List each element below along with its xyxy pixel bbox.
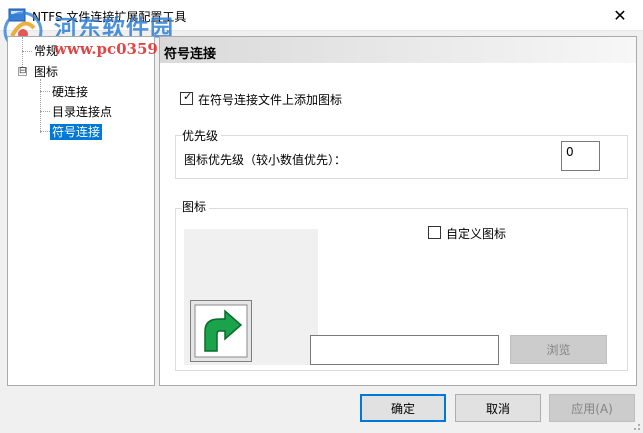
add-icon-checkbox[interactable]: ✓ bbox=[180, 90, 193, 105]
collapse-icon[interactable]: ⊟ bbox=[18, 67, 27, 76]
settings-tree[interactable]: 常规 ⊟ 图标 硬连接 目录连接点 符号连接 bbox=[7, 36, 155, 386]
custom-icon-checkbox[interactable] bbox=[428, 226, 441, 239]
tree-connector bbox=[40, 91, 50, 92]
priority-label: 图标优先级（较小数值优先）： bbox=[184, 153, 347, 167]
priority-group-title: 优先级 bbox=[182, 127, 222, 144]
tree-connector bbox=[40, 131, 50, 132]
ok-button[interactable]: 确定 bbox=[360, 394, 446, 422]
tree-item-junction[interactable]: 目录连接点 bbox=[52, 104, 112, 120]
apply-button[interactable]: 应用(A) bbox=[549, 394, 635, 422]
icon-preview-tile bbox=[190, 300, 252, 362]
resize-grip-icon[interactable] bbox=[631, 421, 641, 431]
custom-icon-label[interactable]: 自定义图标 bbox=[446, 225, 506, 242]
panel-header: 符号连接 bbox=[160, 37, 636, 63]
close-icon: ✕ bbox=[613, 6, 627, 25]
priority-input[interactable]: 0 bbox=[561, 141, 600, 171]
tree-connector bbox=[40, 79, 41, 133]
close-button[interactable]: ✕ bbox=[597, 0, 643, 31]
icon-group-title: 图标 bbox=[182, 198, 210, 215]
browse-button[interactable]: 浏览 bbox=[510, 335, 607, 364]
icon-path-input[interactable] bbox=[310, 335, 499, 365]
shortcut-arrow-icon bbox=[194, 304, 248, 358]
cancel-button[interactable]: 取消 bbox=[455, 394, 541, 422]
tree-item-symlink[interactable]: 符号连接 bbox=[50, 124, 103, 140]
checkmark-icon: ✓ bbox=[183, 90, 193, 103]
tree-connector bbox=[22, 51, 32, 52]
symlink-settings-panel: 符号连接 ✓ 在符号连接文件上添加图标 优先级 图标优先级（较小数值优先）： 0… bbox=[159, 36, 637, 386]
tree-item-hard-link[interactable]: 硬连接 bbox=[52, 84, 88, 100]
tree-item-icons[interactable]: 图标 bbox=[34, 64, 58, 80]
panel-title: 符号连接 bbox=[164, 47, 217, 62]
add-icon-label[interactable]: 在符号连接文件上添加图标 bbox=[198, 91, 342, 108]
tree-connector bbox=[40, 111, 50, 112]
